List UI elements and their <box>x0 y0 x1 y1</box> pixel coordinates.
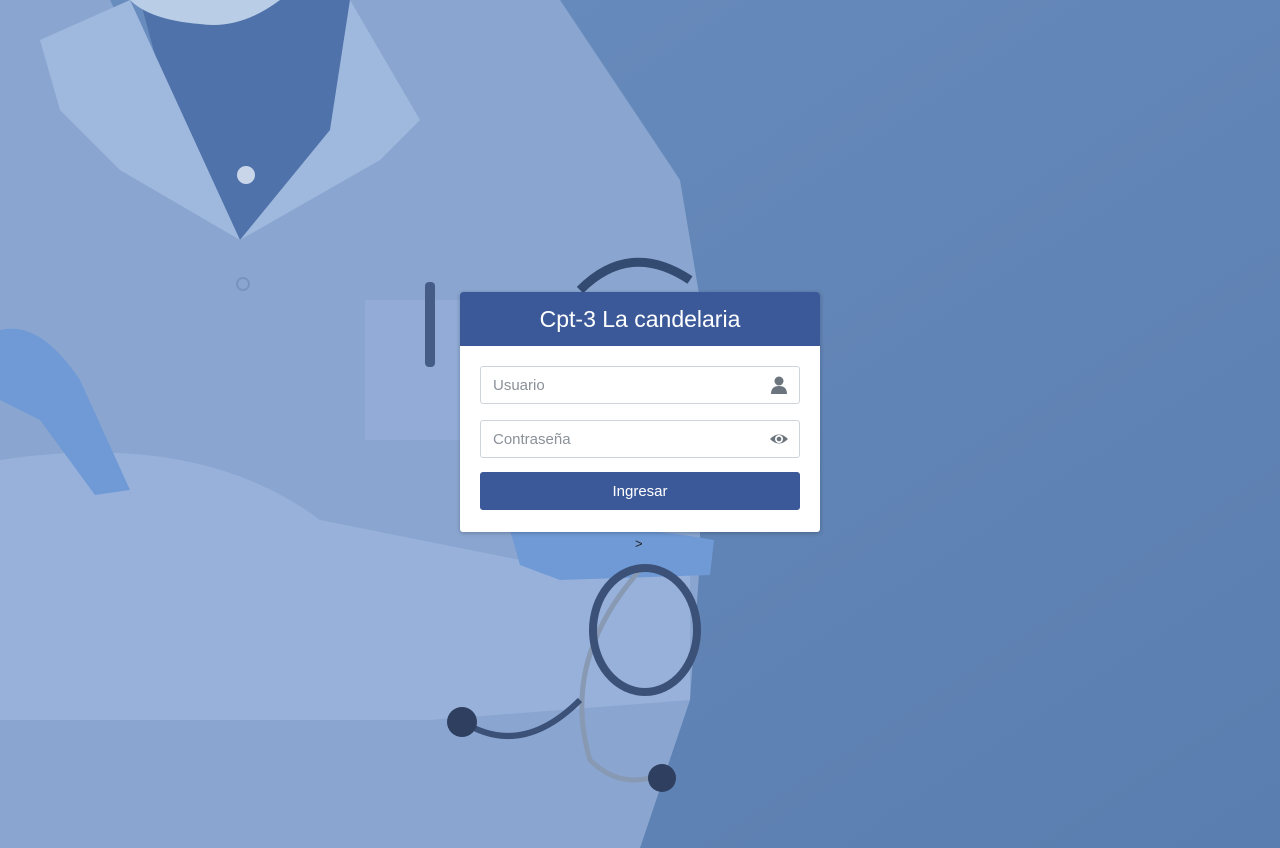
password-input[interactable] <box>481 421 763 457</box>
eye-icon[interactable] <box>769 430 789 448</box>
stray-text: > <box>635 536 643 551</box>
login-title: Cpt-3 La candelaria <box>460 292 820 346</box>
user-icon <box>769 376 789 394</box>
username-input[interactable] <box>481 367 763 403</box>
login-card: Cpt-3 La candelaria Ingresar <box>460 292 820 532</box>
submit-button[interactable]: Ingresar <box>480 472 800 510</box>
password-field <box>480 420 800 458</box>
login-form: Ingresar <box>460 346 820 530</box>
username-field <box>480 366 800 404</box>
